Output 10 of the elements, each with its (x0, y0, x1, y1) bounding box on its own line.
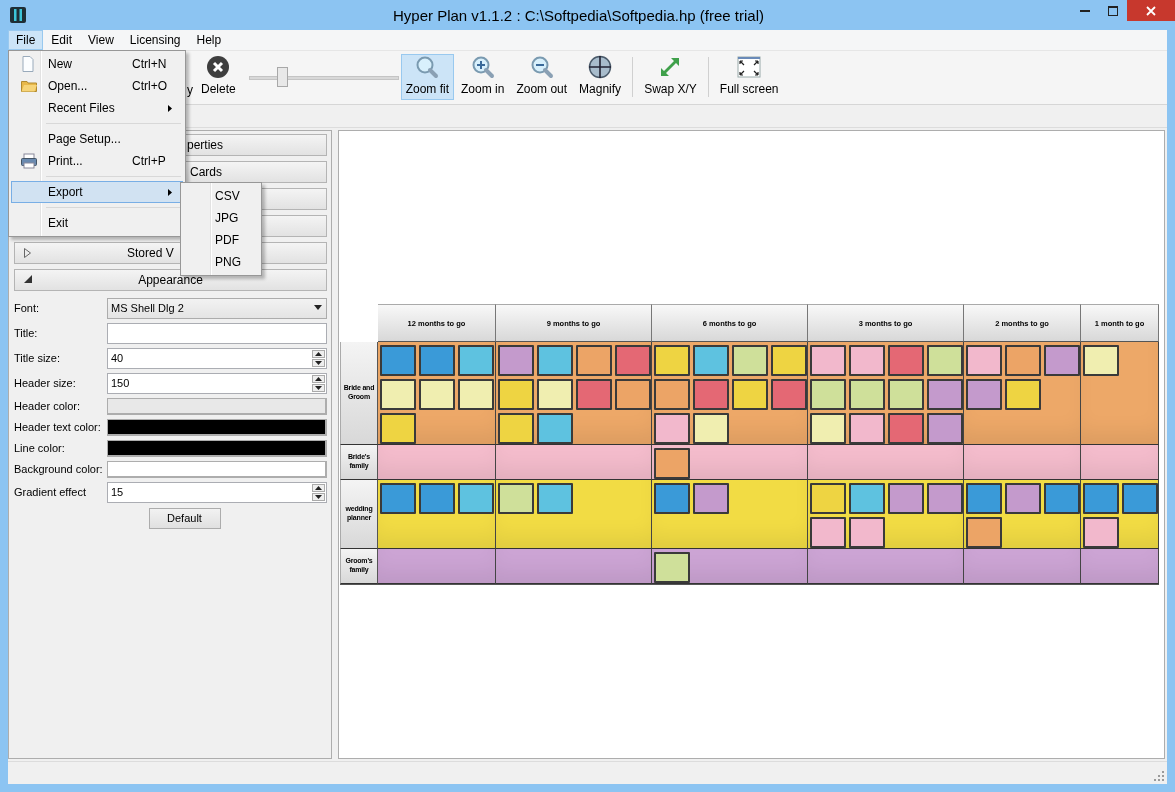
field-label: Title size: (14, 352, 62, 365)
field-label: Gradient effect (14, 486, 87, 499)
field-label: Font: (14, 302, 41, 315)
window-title: Hyper Plan v1.1.2 : C:\Softpedia\Softpedia.hp (free trial) (392, 6, 765, 24)
field-label: Line color: (14, 442, 66, 455)
field-label: Header size: (14, 377, 77, 390)
field-label: Title: (14, 327, 39, 340)
field-label: Header color: (14, 400, 82, 413)
field-label: Background color: (14, 463, 104, 476)
field-label: Header text color: (14, 421, 102, 434)
